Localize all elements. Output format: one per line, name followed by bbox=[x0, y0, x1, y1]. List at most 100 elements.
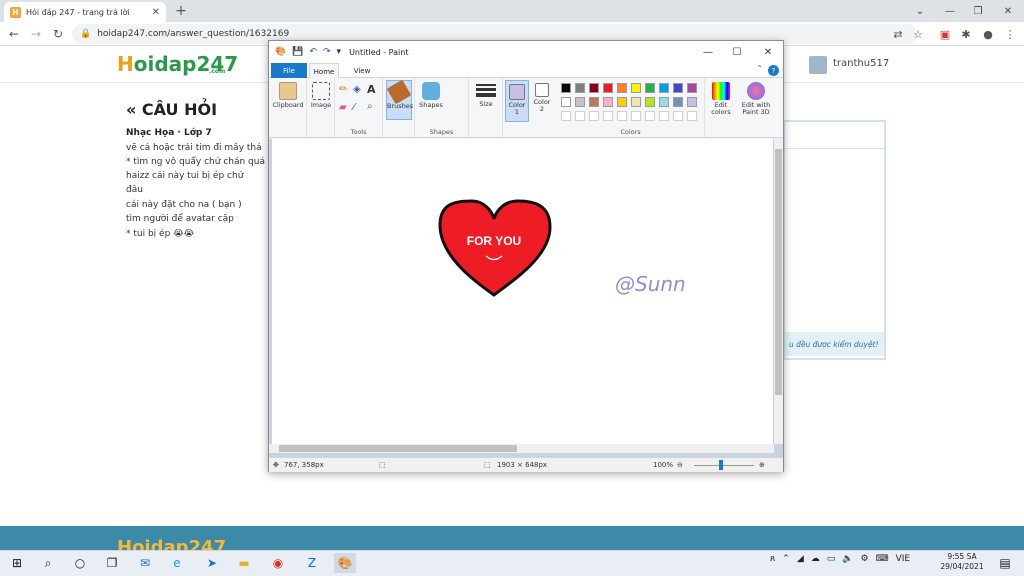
language-indicator[interactable]: VIE bbox=[896, 554, 911, 564]
magnifier-icon[interactable]: ⌕ bbox=[367, 101, 373, 112]
extensions-puzzle-icon[interactable]: ✱ bbox=[958, 26, 974, 42]
notification-icon[interactable]: ▤ bbox=[994, 553, 1016, 573]
minimize-button[interactable]: — bbox=[935, 3, 965, 19]
palette-swatch[interactable] bbox=[631, 83, 641, 93]
zoom-in-icon[interactable]: ⊕ bbox=[759, 461, 765, 469]
size-button[interactable]: Size bbox=[473, 82, 499, 108]
file-explorer-icon[interactable]: ▬ bbox=[233, 553, 255, 573]
palette-swatch[interactable] bbox=[659, 83, 669, 93]
palette-swatch[interactable] bbox=[575, 83, 585, 93]
keyboard-icon[interactable]: ⌨ bbox=[876, 554, 889, 564]
browser-tab[interactable]: H Hỏi đáp 247 - trang trả lời ✕ bbox=[4, 2, 166, 22]
network-icon[interactable]: ◢ bbox=[797, 554, 804, 564]
zoom-out-icon[interactable]: ⊖ bbox=[677, 461, 683, 469]
custom-color-slot[interactable] bbox=[687, 111, 697, 121]
zalo-icon[interactable]: Z bbox=[301, 553, 323, 573]
customize-dropdown-icon[interactable]: ▾ bbox=[337, 47, 342, 57]
search-icon[interactable]: ⌕ bbox=[37, 553, 59, 573]
tab-close-icon[interactable]: ✕ bbox=[152, 7, 160, 18]
fill-icon[interactable]: ◈ bbox=[353, 84, 361, 95]
zoom-slider-thumb[interactable] bbox=[719, 460, 723, 470]
custom-color-slot[interactable] bbox=[589, 111, 599, 121]
palette-swatch[interactable] bbox=[589, 97, 599, 107]
settings-icon[interactable]: ⚙ bbox=[860, 554, 868, 564]
custom-color-slot[interactable] bbox=[561, 111, 571, 121]
custom-color-slot[interactable] bbox=[575, 111, 585, 121]
profile-icon[interactable]: ● bbox=[980, 26, 996, 42]
brushes-button[interactable]: Brushes bbox=[386, 79, 413, 120]
start-windows-icon[interactable]: ⊞ bbox=[6, 553, 28, 573]
edge-icon[interactable]: e bbox=[166, 553, 188, 573]
username[interactable]: tranthu517 bbox=[833, 58, 889, 69]
color1-button[interactable]: Color 1 bbox=[505, 80, 529, 122]
cortana-icon[interactable]: ○ bbox=[69, 553, 91, 573]
palette-swatch[interactable] bbox=[561, 97, 571, 107]
close-button[interactable]: ✕ bbox=[993, 3, 1023, 19]
paint-taskbar-icon[interactable]: 🎨 bbox=[334, 553, 356, 573]
zoom-slider[interactable] bbox=[694, 465, 754, 466]
chevron-up-icon[interactable]: ⌃ bbox=[782, 554, 790, 564]
custom-color-slot[interactable] bbox=[673, 111, 683, 121]
reload-icon[interactable]: ↻ bbox=[50, 26, 66, 42]
question-subject[interactable]: Nhạc Họa · Lớp 7 bbox=[126, 128, 212, 138]
paint-maximize-button[interactable]: ☐ bbox=[722, 41, 752, 63]
tab-search-icon[interactable]: ⌄ bbox=[905, 3, 935, 19]
messenger-icon[interactable]: ➤ bbox=[201, 553, 223, 573]
onedrive-icon[interactable]: ☁ bbox=[811, 554, 820, 564]
color2-button[interactable]: Color 2 bbox=[531, 83, 553, 113]
battery-icon[interactable]: ▭ bbox=[827, 554, 836, 564]
tab-view[interactable]: View bbox=[347, 63, 377, 78]
extension-shield-icon[interactable]: ▣ bbox=[937, 26, 953, 42]
custom-color-slot[interactable] bbox=[603, 111, 613, 121]
collapse-ribbon-icon[interactable]: ⌃ bbox=[756, 64, 763, 73]
palette-swatch[interactable] bbox=[561, 83, 571, 93]
user-avatar[interactable] bbox=[809, 56, 827, 74]
text-icon[interactable]: A bbox=[367, 83, 376, 96]
shapes-button[interactable]: Shapes bbox=[417, 82, 445, 109]
palette-swatch[interactable] bbox=[617, 97, 627, 107]
volume-icon[interactable]: 🔈 bbox=[842, 554, 853, 564]
pencil-icon[interactable]: ✏ bbox=[339, 84, 347, 95]
palette-swatch[interactable] bbox=[603, 97, 613, 107]
clock[interactable]: 9:55 SA 29/04/2021 bbox=[938, 552, 986, 572]
palette-swatch[interactable] bbox=[645, 83, 655, 93]
horizontal-scrollbar[interactable] bbox=[269, 444, 774, 453]
tab-home[interactable]: Home bbox=[309, 63, 339, 79]
bookmark-star-icon[interactable]: ☆ bbox=[910, 26, 926, 42]
back-icon[interactable]: ← bbox=[6, 26, 22, 42]
vertical-scrollbar[interactable] bbox=[774, 139, 783, 444]
new-tab-button[interactable]: + bbox=[172, 2, 190, 20]
person-icon[interactable]: ጸ bbox=[770, 554, 775, 564]
redo-icon[interactable]: ↷ bbox=[323, 47, 331, 57]
task-view-icon[interactable]: ❐ bbox=[101, 553, 123, 573]
palette-swatch[interactable] bbox=[645, 97, 655, 107]
palette-swatch[interactable] bbox=[603, 83, 613, 93]
forward-icon[interactable]: → bbox=[28, 26, 44, 42]
palette-swatch[interactable] bbox=[631, 97, 641, 107]
palette-swatch[interactable] bbox=[687, 97, 697, 107]
custom-color-slot[interactable] bbox=[645, 111, 655, 121]
paint-minimize-button[interactable]: — bbox=[693, 41, 723, 63]
custom-color-slot[interactable] bbox=[659, 111, 669, 121]
drawing-canvas[interactable]: FOR YOU @Sunn bbox=[272, 139, 773, 444]
palette-swatch[interactable] bbox=[673, 83, 683, 93]
edit-colors-button[interactable]: Edit colors bbox=[707, 82, 735, 116]
chrome-icon[interactable]: ◉ bbox=[267, 553, 289, 573]
palette-swatch[interactable] bbox=[575, 97, 585, 107]
edit-paint3d-button[interactable]: Edit with Paint 3D bbox=[737, 82, 775, 116]
palette-swatch[interactable] bbox=[589, 83, 599, 93]
paint-close-button[interactable]: ✕ bbox=[753, 41, 783, 63]
custom-color-slot[interactable] bbox=[631, 111, 641, 121]
image-button[interactable]: Image bbox=[309, 82, 333, 109]
tab-file[interactable]: File bbox=[271, 63, 307, 78]
palette-swatch[interactable] bbox=[659, 97, 669, 107]
save-icon[interactable]: 💾 bbox=[292, 47, 303, 57]
custom-color-slot[interactable] bbox=[617, 111, 627, 121]
mail-icon[interactable]: ✉ bbox=[134, 553, 156, 573]
color-picker-icon[interactable]: ⁄ bbox=[353, 102, 355, 113]
palette-swatch[interactable] bbox=[617, 83, 627, 93]
menu-dots-icon[interactable]: ⋮ bbox=[1002, 26, 1018, 42]
palette-swatch[interactable] bbox=[687, 83, 697, 93]
translate-icon[interactable]: ⇄ bbox=[890, 26, 906, 42]
site-logo[interactable]: Hoidap247 .com bbox=[117, 52, 238, 76]
